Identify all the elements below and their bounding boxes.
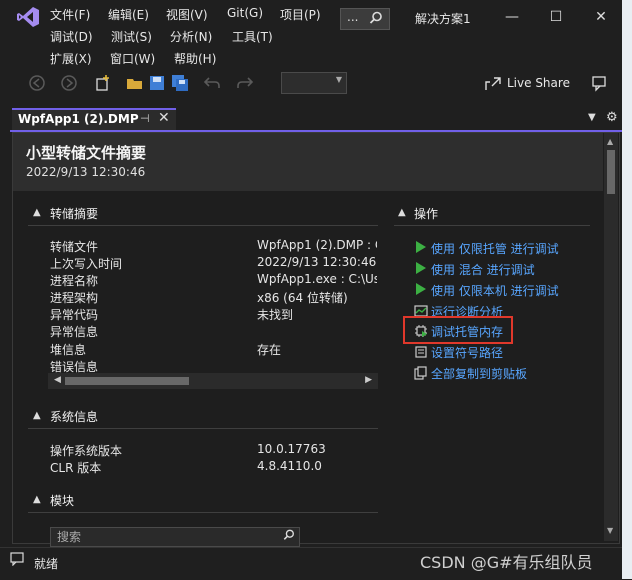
section-divider: [28, 225, 378, 226]
status-text: 就绪: [34, 557, 59, 571]
tab-label[interactable]: WpfApp1 (2).DMP: [18, 112, 139, 126]
section-divider: [28, 428, 378, 429]
action-debug-native-only[interactable]: 使用 仅限本机 进行调试: [431, 282, 559, 299]
section-heading-actions[interactable]: 操作: [414, 205, 438, 222]
scroll-down-icon[interactable]: ▼: [607, 526, 613, 535]
menu-window[interactable]: 窗口(W): [110, 50, 155, 67]
undo-icon[interactable]: [203, 74, 221, 92]
open-file-icon[interactable]: [126, 74, 144, 92]
minimize-button[interactable]: —: [497, 6, 527, 28]
scroll-right-icon[interactable]: ▶: [365, 375, 372, 385]
summary-value: 存在: [257, 343, 282, 357]
section-heading-dump-summary[interactable]: 转储摘要: [50, 205, 98, 222]
menu-extensions[interactable]: 扩展(X): [50, 50, 92, 67]
collapse-caret-icon[interactable]: ▲: [33, 494, 41, 505]
search-icon[interactable]: [369, 11, 383, 25]
navigate-forward-icon[interactable]: [60, 74, 78, 92]
menu-project[interactable]: 项目(P): [280, 6, 321, 23]
horizontal-scrollbar[interactable]: ◀ ▶: [48, 373, 378, 389]
watermark: CSDN @G#有乐组队员: [420, 553, 593, 572]
action-debug-mixed[interactable]: 使用 混合 进行调试: [431, 261, 535, 278]
summary-label: 异常信息: [50, 325, 99, 339]
symbol-path-icon: [415, 346, 427, 358]
menu-debug[interactable]: 调试(D): [50, 28, 93, 45]
summary-value: WpfApp1.exe : C:\Us: [257, 272, 377, 286]
collapse-caret-icon[interactable]: ▲: [33, 207, 41, 218]
action-copy-to-clipboard[interactable]: 全部复制到剪贴板: [431, 365, 527, 382]
pin-tab-icon[interactable]: ⊣: [140, 112, 150, 125]
close-window-button[interactable]: ✕: [586, 6, 616, 28]
menu-file[interactable]: 文件(F): [50, 6, 90, 23]
scroll-thumb[interactable]: [65, 377, 189, 385]
scroll-up-icon[interactable]: ▲: [607, 137, 613, 146]
section-divider: [28, 512, 378, 513]
vertical-scrollbar[interactable]: ▲ ▼: [604, 133, 618, 541]
system-info-value: 4.8.4110.0: [257, 459, 322, 473]
summary-value: WpfApp1 (2).DMP : C: [257, 238, 377, 252]
save-icon[interactable]: [148, 74, 166, 92]
section-heading-system-info[interactable]: 系统信息: [50, 408, 98, 425]
menu-test[interactable]: 测试(S): [111, 28, 152, 45]
menu-git[interactable]: Git(G): [227, 6, 263, 20]
play-icon: [416, 262, 426, 274]
summary-label: 进程名称: [50, 274, 99, 288]
redo-icon[interactable]: [236, 74, 254, 92]
copy-icon: [414, 366, 427, 380]
search-icon[interactable]: [283, 529, 295, 541]
notification-icon[interactable]: [10, 552, 24, 566]
global-search-box[interactable]: ...: [340, 8, 390, 30]
visual-studio-logo-icon: [17, 7, 39, 27]
menu-edit[interactable]: 编辑(E): [108, 6, 149, 23]
live-share-button[interactable]: Live Share: [507, 76, 570, 90]
menu-view[interactable]: 视图(V): [166, 6, 208, 23]
solution-title: 解决方案1: [415, 12, 471, 26]
new-project-icon[interactable]: [94, 74, 112, 92]
system-info-value: 10.0.17763: [257, 442, 326, 456]
feedback-icon[interactable]: [590, 74, 608, 92]
summary-label: 堆信息: [50, 343, 87, 357]
live-share-icon[interactable]: [484, 74, 502, 92]
summary-value: x86 (64 位转储): [257, 291, 348, 305]
collapse-caret-icon[interactable]: ▲: [398, 207, 406, 218]
configuration-dropdown[interactable]: ▼: [281, 72, 347, 94]
menu-tools[interactable]: 工具(T): [232, 28, 273, 45]
action-set-symbol-path[interactable]: 设置符号路径: [431, 344, 503, 361]
tab-list-dropdown-icon[interactable]: ▼: [588, 112, 596, 123]
background-window-edge: [622, 0, 632, 579]
dump-summary-document: [12, 132, 620, 544]
play-icon: [416, 283, 426, 295]
collapse-caret-icon[interactable]: ▲: [33, 410, 41, 421]
search-dots: ...: [347, 10, 359, 24]
summary-label: 上次写入时间: [50, 257, 123, 271]
scroll-left-icon[interactable]: ◀: [54, 375, 61, 385]
modules-search-input[interactable]: 搜索: [50, 527, 300, 547]
save-all-icon[interactable]: [171, 74, 189, 92]
action-debug-managed-only[interactable]: 使用 仅限托管 进行调试: [431, 240, 559, 257]
section-heading-modules[interactable]: 模块: [50, 492, 74, 509]
play-icon: [416, 241, 426, 253]
summary-value: 未找到: [257, 308, 294, 322]
summary-label: 异常代码: [50, 308, 99, 322]
page-title: 小型转储文件摘要: [26, 144, 147, 162]
menu-help[interactable]: 帮助(H): [174, 50, 216, 67]
system-info-label: CLR 版本: [50, 461, 102, 475]
system-info-label: 操作系统版本: [50, 444, 123, 458]
scroll-thumb[interactable]: [607, 150, 615, 194]
navigate-back-icon[interactable]: [28, 74, 46, 92]
summary-label: 进程架构: [50, 291, 99, 305]
gear-icon[interactable]: ⚙: [606, 110, 618, 125]
menu-analyze[interactable]: 分析(N): [170, 28, 212, 45]
section-divider: [394, 225, 590, 226]
summary-value: 2022/9/13 12:30:46: [257, 255, 377, 269]
highlight-box: [403, 316, 513, 344]
chevron-down-icon: ▼: [335, 75, 342, 84]
summary-label: 转储文件: [50, 240, 99, 254]
close-tab-icon[interactable]: ✕: [158, 110, 170, 126]
maximize-button[interactable]: ☐: [541, 6, 571, 28]
page-date: 2022/9/13 12:30:46: [26, 165, 146, 179]
